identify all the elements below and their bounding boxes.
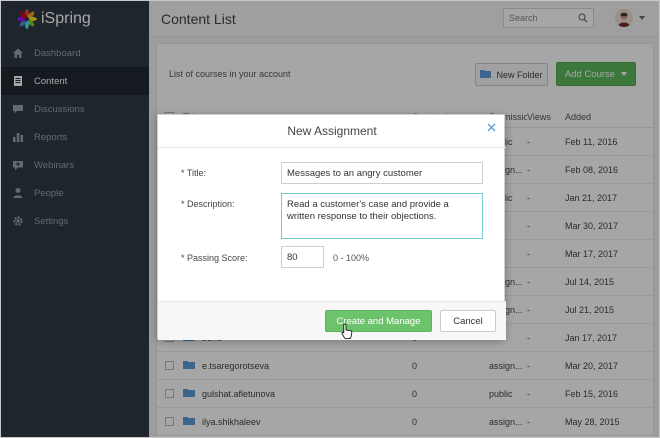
passing-score-label: * Passing Score: xyxy=(181,253,248,263)
cancel-button[interactable]: Cancel xyxy=(440,310,496,332)
description-field[interactable]: Read a customer's case and provide a wri… xyxy=(281,193,483,239)
hand-cursor-icon xyxy=(341,323,353,342)
dialog-title: New Assignment xyxy=(287,124,377,138)
dialog-divider xyxy=(158,147,506,148)
passing-score-range: 0 - 100% xyxy=(333,253,370,263)
new-assignment-dialog: New Assignment * Title: * Description: R… xyxy=(157,114,506,340)
close-icon[interactable] xyxy=(485,121,497,133)
dialog-footer: Create and Manage Cancel xyxy=(158,301,506,340)
title-field[interactable] xyxy=(281,162,483,184)
app-window: iSpring Dashboard Content Discussions Re… xyxy=(0,0,660,438)
passing-score-field[interactable] xyxy=(281,246,324,268)
description-label: * Description: xyxy=(181,199,235,209)
title-label: * Title: xyxy=(181,168,207,178)
